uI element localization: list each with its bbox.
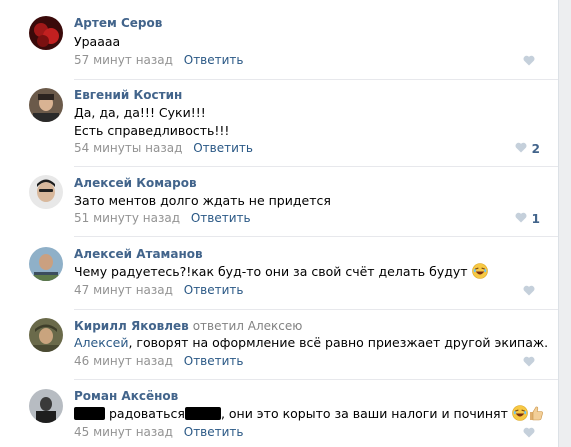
avatar[interactable]: [29, 88, 63, 122]
comment-time[interactable]: 51 минуту назад: [74, 211, 180, 225]
comment-author[interactable]: Артем Серов: [74, 16, 162, 30]
like-button[interactable]: [523, 356, 540, 370]
thumbs-up-emoji-icon: [528, 405, 544, 426]
divider: [74, 309, 558, 310]
comment-line: Ураааа: [74, 34, 121, 49]
comment-meta: 46 минут назад Ответить: [74, 354, 244, 368]
comment-time[interactable]: 57 минут назад: [74, 53, 173, 67]
reply-link[interactable]: Ответить: [184, 354, 244, 368]
comment-time[interactable]: 54 минуты назад: [74, 141, 182, 155]
like-button[interactable]: [523, 427, 540, 441]
divider: [74, 166, 558, 167]
avatar[interactable]: [29, 16, 63, 50]
like-count: 1: [531, 212, 540, 226]
comment-author[interactable]: Алексей Комаров: [74, 176, 197, 190]
comment-text: Зато ментов долго ждать не придется: [74, 192, 331, 210]
laughing-emoji-icon: [471, 263, 488, 284]
avatar[interactable]: [29, 247, 63, 281]
reply-link[interactable]: Ответить: [184, 425, 244, 439]
reply-link[interactable]: Ответить: [193, 141, 253, 155]
heart-icon: [523, 285, 535, 299]
comment-text-part: радоваться: [108, 406, 185, 421]
like-button[interactable]: [523, 55, 540, 69]
comment-meta: 45 минут назад Ответить: [74, 425, 244, 439]
avatar[interactable]: [29, 175, 63, 209]
comments-panel: Артем Серов Ураааа 57 минут назад Ответи…: [0, 0, 559, 447]
avatar[interactable]: [29, 318, 63, 352]
comment-text: Ураааа: [74, 33, 120, 51]
avatar[interactable]: [29, 389, 63, 423]
comment-line: , говорят на оформление всё равно приезж…: [128, 335, 549, 350]
comment-text: Да, да, да!!! Суки!!! Есть справедливост…: [74, 104, 229, 140]
like-count: 2: [531, 142, 540, 156]
divider: [74, 236, 558, 237]
comment-author[interactable]: Роман Аксёнов: [74, 389, 178, 403]
like-button[interactable]: 1: [515, 212, 540, 226]
comment-text: радоваться , они это корыто за ваши налог…: [74, 405, 544, 426]
comment-meta: 54 минуты назад Ответить: [74, 141, 253, 155]
comment-line: Да, да, да!!! Суки!!!: [74, 105, 206, 120]
divider: [74, 379, 558, 380]
heart-icon: [523, 356, 535, 370]
comment-author[interactable]: Евгений Костин: [74, 88, 182, 102]
comment-meta: 51 минуту назад Ответить: [74, 211, 251, 225]
redacted-block: [74, 407, 105, 420]
like-button[interactable]: 2: [515, 142, 540, 156]
comment-text: Чему радуетесь?!как буд-то они за свой с…: [74, 263, 488, 284]
comment-line: Зато ментов долго ждать не придется: [74, 193, 331, 208]
comment-author[interactable]: Алексей Атаманов: [74, 247, 203, 261]
reply-link[interactable]: Ответить: [191, 211, 251, 225]
reply-link[interactable]: Ответить: [184, 53, 244, 67]
comment-time[interactable]: 46 минут назад: [74, 354, 173, 368]
heart-icon: [515, 212, 527, 226]
like-button[interactable]: [523, 285, 540, 299]
reply-to-label[interactable]: ответил Алексею: [193, 319, 303, 333]
laughing-emoji-icon: [512, 405, 528, 426]
comment-author: Кирилл Яковлев ответил Алексею: [74, 319, 302, 333]
comment-time[interactable]: 45 минут назад: [74, 425, 173, 439]
comment-line: Чему радуетесь?!как буд-то они за свой с…: [74, 264, 468, 279]
mention-link[interactable]: Алексей: [74, 335, 128, 350]
comment-meta: 57 минут назад Ответить: [74, 53, 244, 67]
comment-text: Алексей, говорят на оформление всё равно…: [74, 334, 548, 352]
divider: [74, 79, 558, 80]
comment-meta: 47 минут назад Ответить: [74, 283, 244, 297]
reply-link[interactable]: Ответить: [184, 283, 244, 297]
heart-icon: [523, 55, 535, 69]
heart-icon: [515, 142, 527, 156]
heart-icon: [523, 427, 535, 441]
comment-text-part: , они это корыто за ваши налоги и починя…: [220, 406, 508, 421]
comment-author-name[interactable]: Кирилл Яковлев: [74, 319, 189, 333]
redacted-block: [184, 407, 221, 420]
comment-time[interactable]: 47 минут назад: [74, 283, 173, 297]
comment-line: Есть справедливость!!!: [74, 123, 230, 138]
